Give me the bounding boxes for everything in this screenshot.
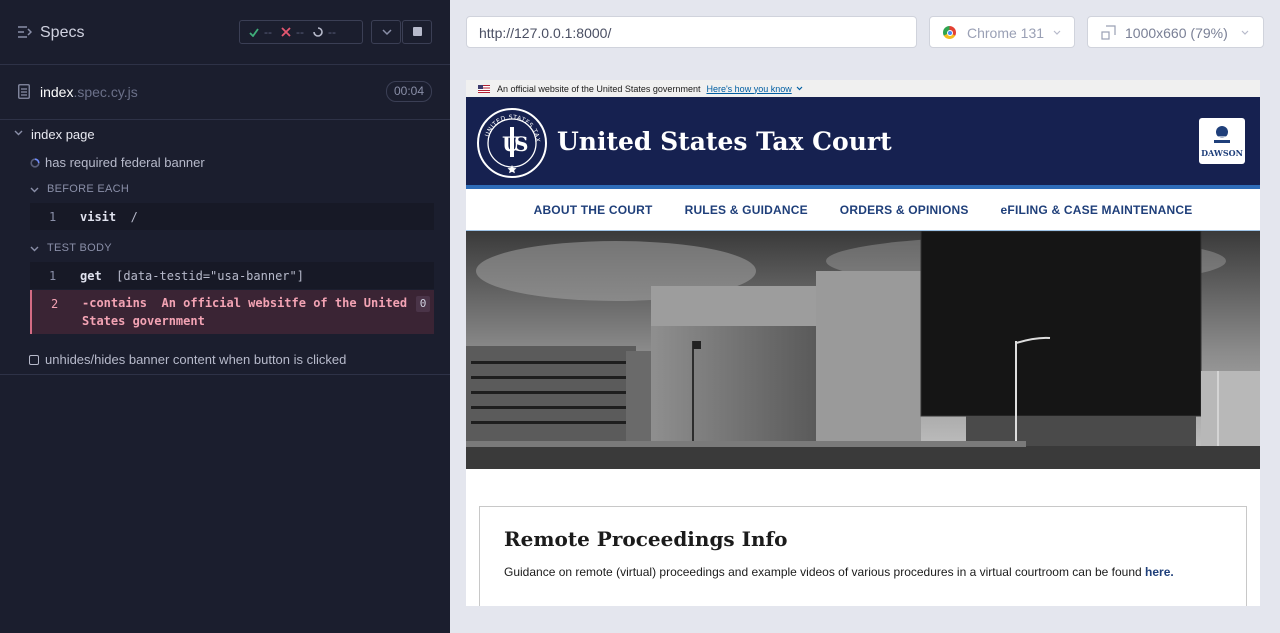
main-nav: ABOUT THE COURT RULES & GUIDANCE ORDERS … [466,189,1260,231]
card-link[interactable]: here. [1145,565,1174,579]
viewport-selector[interactable]: 1000x660 (79%) [1087,16,1264,48]
site-title[interactable]: United States Tax Court [557,127,892,156]
chevron-down-icon[interactable] [30,187,39,193]
nav-rules-guidance[interactable]: RULES & GUIDANCE [685,203,808,217]
test-title[interactable]: unhides/hides banner content when button… [45,352,346,367]
pending-test-icon [29,355,39,365]
site-header: U S UNITED STATES TAX COURT United State… [466,97,1260,189]
test-body-label[interactable]: TEST BODY [47,242,112,254]
test-suite: index page has required federal banner B… [0,120,450,375]
url-bar[interactable]: http://127.0.0.1:8000/ [466,16,917,48]
card-text: Guidance on remote (virtual) proceedings… [504,565,1222,579]
passed-stat: -- [249,25,272,39]
command-arg: / [130,210,138,224]
spec-file-name[interactable]: index.spec.cy.js [40,84,138,100]
failed-count: -- [296,25,304,39]
document-icon [18,84,30,99]
app-preview: http://127.0.0.1:8000/ Chrome 131 1000x6… [450,0,1280,633]
before-each-label[interactable]: BEFORE EACH [47,183,129,195]
dawson-badge[interactable]: DAWSON [1199,118,1245,164]
spec-file-header: index.spec.cy.js 00:04 [0,65,450,120]
file-extension: .spec.cy.js [73,84,138,100]
card-title: Remote Proceedings Info [504,527,788,551]
gavel-icon [1214,126,1230,143]
command-name: visit / [80,210,138,224]
chevron-down-icon [382,29,392,36]
pending-count: -- [328,25,336,39]
match-count-badge: 0 [416,296,430,312]
chevron-down-icon [796,86,803,91]
nav-about-the-court[interactable]: ABOUT THE COURT [534,203,653,217]
gov-banner-text: An official website of the United States… [497,83,701,94]
failed-stat: -- [281,25,304,39]
command-name: get [data-testid="usa-banner"] [80,269,304,283]
command-name-text: visit [80,210,117,224]
courthouse-hero-image [466,231,1260,469]
viewport-dimensions: 1000x660 [1125,25,1187,41]
stop-icon [413,27,422,36]
command-number: 1 [49,210,57,224]
pending-stat: -- [313,25,336,39]
chevron-down-icon[interactable] [30,246,39,252]
test-title[interactable]: has required federal banner [45,155,205,170]
command-get[interactable]: 1 get [data-testid="usa-banner"] [30,262,434,289]
svg-text:S: S [514,132,528,156]
browser-name: Chrome 131 [967,25,1045,41]
spinner-icon [313,27,323,37]
x-icon [281,27,291,37]
command-name: -contains An official websitfe of the Un… [82,294,412,330]
reporter-header: Specs -- -- -- [0,0,450,65]
chevron-down-icon[interactable] [14,130,23,136]
cypress-reporter: Specs -- -- -- index.spec.cy.js 00:04 in… [0,0,450,633]
command-visit[interactable]: 1 visit / [30,203,434,230]
stop-button[interactable] [402,20,432,44]
command-name-text: get [80,269,102,283]
viewport-zoom: (79%) [1190,25,1228,41]
command-number: 1 [49,269,57,283]
us-flag-icon [478,84,490,93]
courthouse-photo [466,231,1260,469]
remote-proceedings-card: Remote Proceedings Info Guidance on remo… [479,506,1247,606]
nav-orders-opinions[interactable]: ORDERS & OPINIONS [840,203,969,217]
card-body: Guidance on remote (virtual) proceedings… [504,565,1142,579]
command-number: 2 [51,297,59,311]
command-arg-line1: An official websitfe of the United [161,296,408,310]
viewport-size: 1000x660 (79%) [1125,25,1228,41]
suite-title[interactable]: index page [31,127,95,142]
specs-list-icon[interactable] [18,26,32,38]
chevron-down-icon [1053,30,1061,35]
viewport-icon [1101,25,1116,40]
command-arg: [data-testid="usa-banner"] [116,269,304,283]
tax-court-seal-logo[interactable]: U S UNITED STATES TAX COURT [476,107,548,179]
browser-selector[interactable]: Chrome 131 [929,16,1075,48]
auto-scroll-button[interactable] [371,20,401,44]
app-iframe: An official website of the United States… [466,80,1260,606]
chevron-down-icon [1241,30,1249,35]
run-duration: 00:04 [386,81,432,102]
gov-banner-link[interactable]: Here's how you know [706,84,791,94]
command-contains-failed[interactable]: 2 -contains An official websitfe of the … [30,290,434,334]
chrome-icon [943,26,956,39]
check-icon [249,27,259,37]
dawson-label: DAWSON [1201,148,1243,158]
passed-count: -- [264,25,272,39]
running-spinner-icon [30,158,40,168]
command-name-text: -contains [82,296,148,310]
specs-title[interactable]: Specs [40,24,84,42]
usa-banner: An official website of the United States… [466,80,1260,97]
nav-efiling[interactable]: eFILING & CASE MAINTENANCE [1001,203,1193,217]
test-stats: -- -- -- [239,20,363,44]
file-name: index [40,84,74,100]
command-arg-line2: States government [82,314,205,328]
